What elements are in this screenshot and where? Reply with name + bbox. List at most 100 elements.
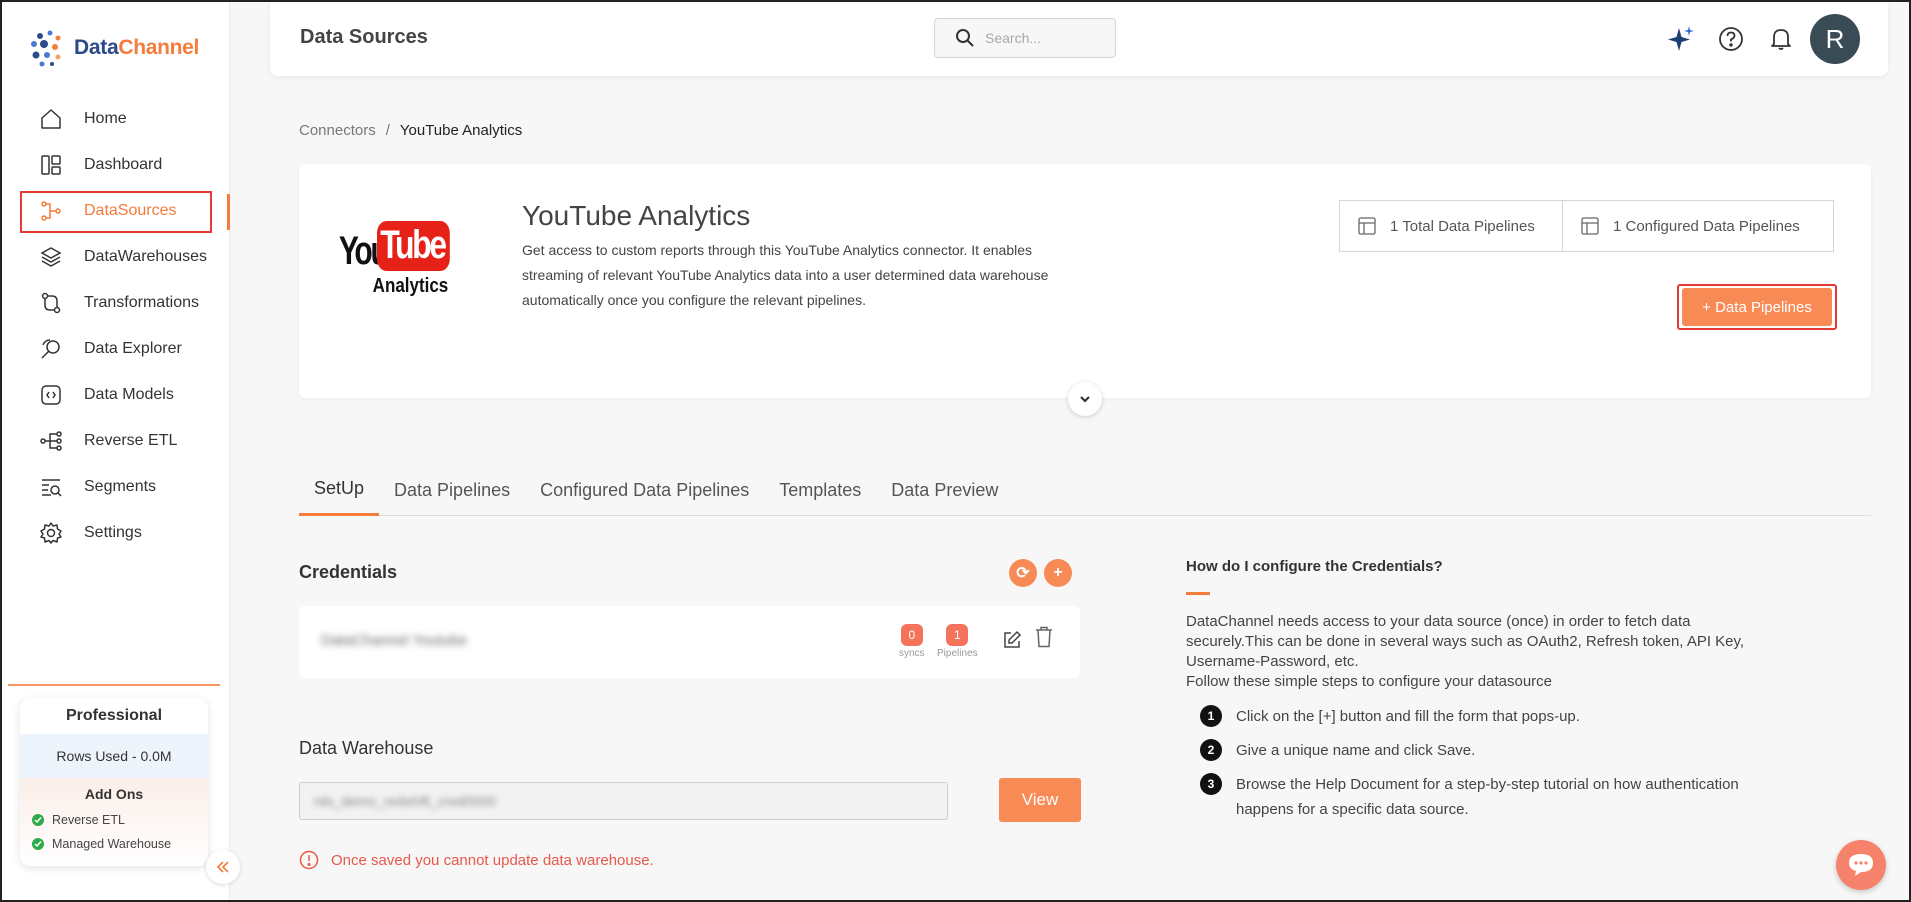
tab-setup[interactable]: SetUp	[299, 464, 380, 516]
sidebar-item-label: Reverse ETL	[84, 432, 178, 449]
sidebar-item-label: DataWarehouses	[84, 248, 208, 265]
sidebar-divider	[8, 684, 220, 686]
sidebar-item-data-explorer[interactable]: Data Explorer	[2, 326, 230, 372]
transformations-icon	[38, 290, 64, 316]
youtube-analytics-logo: You Tube Analytics	[338, 220, 449, 297]
tab-data-pipelines[interactable]: Data Pipelines	[379, 464, 525, 516]
sidebar-item-home[interactable]: Home	[2, 96, 230, 142]
step-number: 3	[1200, 773, 1222, 795]
sidebar-item-settings[interactable]: Settings	[2, 510, 230, 556]
addon-label: Managed Warehouse	[52, 837, 172, 851]
sidebar-item-label: Data Explorer	[84, 340, 182, 357]
step-text: Click on the [+] button and fill the for…	[1236, 708, 1580, 725]
gear-icon	[38, 520, 64, 546]
search-box[interactable]	[934, 18, 1116, 58]
help-button[interactable]	[1714, 22, 1748, 56]
dashboard-icon	[38, 152, 64, 178]
connector-description: Get access to custom reports through thi…	[522, 242, 1049, 308]
help-step: 2 Give a unique name and click Save.	[1200, 738, 1760, 763]
sidebar-item-data-models[interactable]: Data Models	[2, 372, 230, 418]
sidebar-item-label: Home	[84, 110, 127, 127]
addon-item: Managed Warehouse	[20, 832, 208, 856]
help-title-underline	[1186, 592, 1210, 595]
ai-sparkle-button[interactable]	[1664, 22, 1698, 56]
expand-card-button[interactable]	[1068, 382, 1102, 416]
configured-pipelines-stat: 1 Configured Data Pipelines	[1562, 200, 1834, 252]
chat-support-button[interactable]	[1836, 840, 1886, 890]
tab-configured-data-pipelines[interactable]: Configured Data Pipelines	[525, 464, 764, 516]
help-intro: DataChannel needs access to your data so…	[1186, 613, 1745, 690]
page-title: Data Sources	[300, 26, 428, 48]
brand-logo[interactable]: DataChannel	[28, 28, 199, 68]
data-warehouse-title: Data Warehouse	[299, 738, 434, 758]
datachannel-logo-icon	[31, 30, 61, 67]
active-highlight	[20, 191, 212, 233]
total-pipelines-stat: 1 Total Data Pipelines	[1339, 200, 1563, 252]
breadcrumb-separator: /	[385, 122, 390, 139]
home-icon	[38, 106, 64, 132]
addon-label: Reverse ETL	[52, 813, 125, 827]
help-title: How do I configure the Credentials?	[1186, 558, 1443, 575]
breadcrumb-connectors-link[interactable]: Connectors	[299, 122, 376, 139]
check-circle-icon	[32, 814, 44, 826]
tab-templates[interactable]: Templates	[764, 464, 876, 516]
sidebar-nav: Home Dashboard DataSources DataWarehouse…	[2, 96, 230, 556]
credential-row[interactable]: DataChannel Youtube 0 syncs 1 Pipelines	[299, 606, 1080, 678]
data-warehouse-select[interactable]: rds_demo_redshift_cred0000	[299, 782, 948, 820]
chevron-down-icon	[1080, 396, 1090, 403]
sidebar-item-transformations[interactable]: Transformations	[2, 280, 230, 326]
step-text: Browse the Help Document for a step-by-s…	[1236, 776, 1739, 818]
user-avatar[interactable]: R	[1810, 14, 1860, 64]
sidebar-item-label: Segments	[84, 478, 157, 495]
add-data-pipeline-button[interactable]: + Data Pipelines	[1677, 284, 1837, 330]
breadcrumb-current: YouTube Analytics	[399, 122, 523, 139]
syncs-count: 0 syncs	[899, 624, 925, 659]
connector-tabs: SetUp Data Pipelines Configured Data Pip…	[299, 464, 1871, 516]
connector-card: You Tube Analytics YouTube Analytics Get…	[299, 164, 1871, 416]
search-input[interactable]	[985, 30, 1095, 46]
plus-icon: +	[1053, 564, 1063, 581]
step-number: 2	[1200, 739, 1222, 761]
addon-item: Reverse ETL	[20, 808, 208, 832]
check-circle-icon	[32, 838, 44, 850]
help-step: 1 Click on the [+] button and fill the f…	[1200, 704, 1760, 729]
view-warehouse-button[interactable]: View	[999, 778, 1081, 822]
plan-card: Professional Rows Used - 0.0M Add Ons Re…	[20, 698, 208, 866]
sidebar-item-segments[interactable]: Segments	[2, 464, 230, 510]
addons-title: Add Ons	[84, 786, 144, 802]
plan-title: Professional	[65, 707, 163, 724]
connector-title: YouTube Analytics	[522, 200, 751, 231]
double-chevron-left-icon	[216, 861, 229, 873]
app-window: DataChannel Home Dashboard DataSources D…	[0, 0, 1911, 902]
collapse-sidebar-button[interactable]	[206, 850, 240, 884]
explorer-icon	[38, 336, 64, 362]
help-step: 3 Browse the Help Document for a step-by…	[1200, 772, 1760, 822]
notifications-button[interactable]	[1764, 22, 1798, 56]
edit-icon[interactable]	[1002, 630, 1022, 650]
sparkle-icon	[1668, 26, 1694, 51]
add-credential-button[interactable]: +	[1044, 559, 1072, 587]
refresh-credentials-button[interactable]: ⟳	[1009, 559, 1037, 587]
sidebar-item-reverse-etl[interactable]: Reverse ETL	[2, 418, 230, 464]
addons-section: Add Ons Reverse ETL Managed Warehouse	[20, 778, 208, 866]
sidebar-item-datawarehouses[interactable]: DataWarehouses	[2, 234, 230, 280]
alert-circle-icon	[299, 850, 319, 870]
sidebar-item-datasources[interactable]: DataSources	[2, 188, 230, 234]
refresh-icon: ⟳	[1016, 565, 1030, 582]
sidebar-item-dashboard[interactable]: Dashboard	[2, 142, 230, 188]
sidebar-item-label: Settings	[84, 524, 142, 541]
data-warehouse-value: rds_demo_redshift_cred0000	[314, 793, 497, 809]
sidebar-item-label: Data Models	[84, 386, 174, 403]
warehouse-warning: Once saved you cannot update data wareho…	[299, 850, 654, 870]
trash-icon[interactable]	[1035, 626, 1053, 648]
help-circle-icon	[1719, 27, 1743, 51]
sidebar-item-label: Transformations	[84, 294, 199, 311]
top-header: Data Sources R	[270, 2, 1888, 76]
sidebar-item-label: Dashboard	[84, 156, 163, 173]
layers-icon	[38, 244, 64, 270]
step-number: 1	[1200, 705, 1222, 727]
tab-data-preview[interactable]: Data Preview	[876, 464, 1013, 516]
sidebar: DataChannel Home Dashboard DataSources D…	[2, 2, 230, 900]
pipelines-count: 1 Pipelines	[937, 624, 978, 659]
bell-icon	[1771, 29, 1791, 50]
